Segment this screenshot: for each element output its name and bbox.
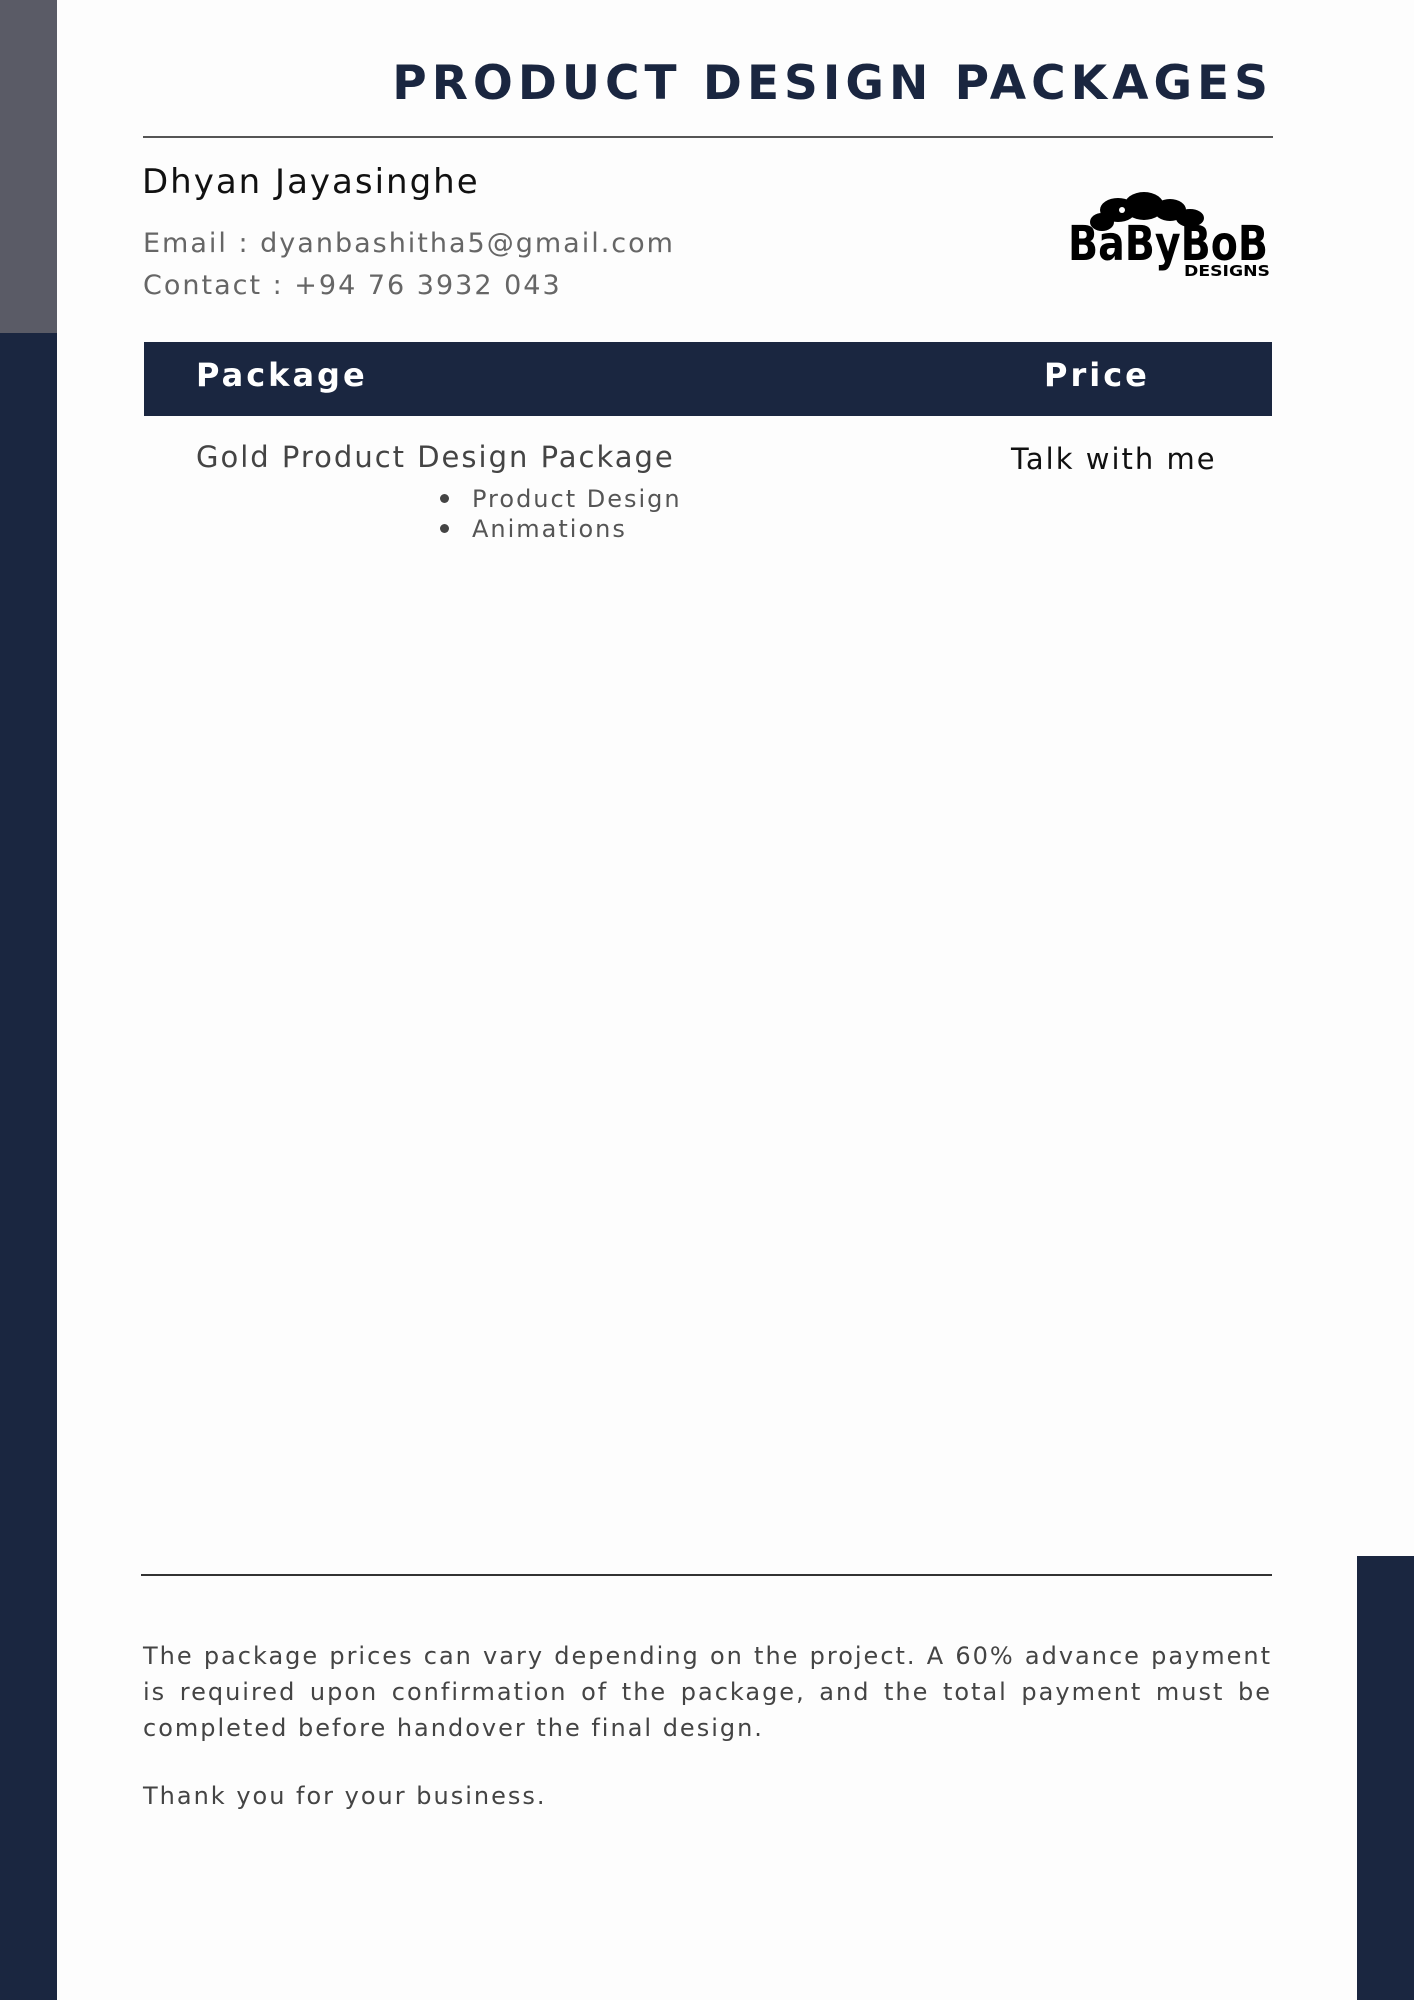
column-header-package: Package xyxy=(196,356,368,394)
package-price: Talk with me xyxy=(1011,442,1217,476)
footer-divider xyxy=(141,1574,1272,1576)
bullet-icon xyxy=(440,494,449,503)
contact-email: Email : dyanbashitha5@gmail.com xyxy=(143,228,675,259)
package-name: Gold Product Design Package xyxy=(196,440,675,474)
contact-phone: Contact : +94 76 3932 043 xyxy=(143,270,562,301)
babybob-logo: BaByBoB DESIGNS xyxy=(1068,192,1270,278)
feature-item: Animations xyxy=(440,515,682,545)
header-divider xyxy=(143,136,1273,138)
feature-item: Product Design xyxy=(440,485,682,515)
feature-label: Animations xyxy=(472,515,627,543)
column-header-price: Price xyxy=(1044,356,1150,394)
page-title: PRODUCT DESIGN PACKAGES xyxy=(392,56,1273,111)
package-features: Product Design Animations xyxy=(440,485,682,545)
feature-label: Product Design xyxy=(472,485,682,513)
contact-name: Dhyan Jayasinghe xyxy=(142,162,480,202)
terms-note: The package prices can vary depending on… xyxy=(143,1642,1272,1742)
logo-sub-text: DESIGNS xyxy=(1184,262,1270,278)
right-accent-bar xyxy=(1357,1556,1414,2000)
table-header: Package Price xyxy=(144,342,1272,416)
left-accent-bar-top xyxy=(0,0,57,333)
thank-you-note: Thank you for your business. xyxy=(143,1782,547,1810)
bullet-icon xyxy=(440,524,449,533)
